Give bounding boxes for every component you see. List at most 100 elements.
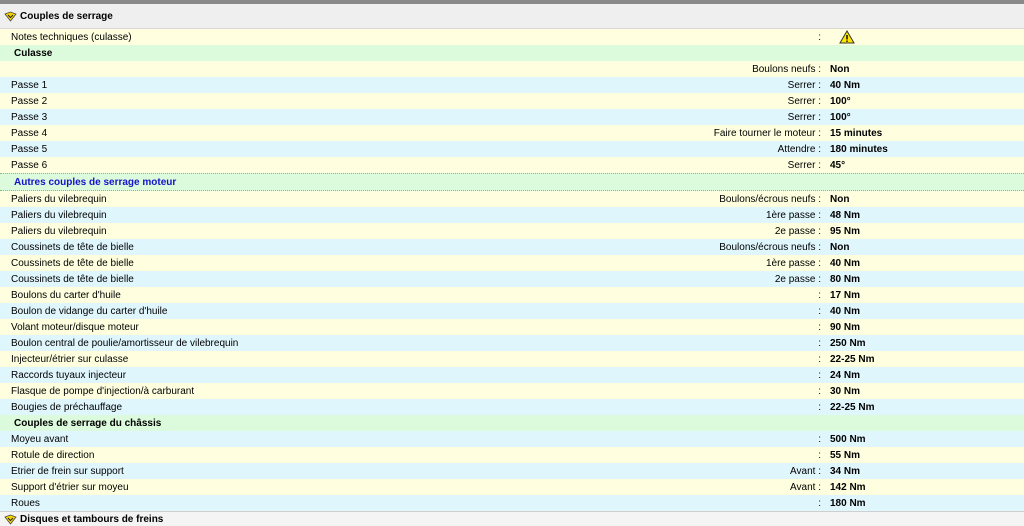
row-value: 80 Nm bbox=[830, 273, 861, 285]
section-title: Culasse bbox=[14, 47, 53, 59]
chevron-badge-icon bbox=[4, 11, 17, 22]
table-row: Passe 4 Faire tourner le moteur : 15 minut… bbox=[0, 125, 1024, 141]
section-title: Couples de serrage du châssis bbox=[14, 417, 162, 429]
row-value: 34 Nm bbox=[830, 465, 861, 477]
section-autres-couples-moteur[interactable]: Autres couples de serrage moteur bbox=[0, 173, 1024, 191]
table-row: Paliers du vilebrequin Boulons/écrous neu… bbox=[0, 191, 1024, 207]
row-qualifier: Serrer : bbox=[787, 79, 821, 91]
row-qualifier: Serrer : bbox=[787, 95, 821, 107]
row-value: 30 Nm bbox=[830, 385, 861, 397]
row-qualifier: Boulons/écrous neufs : bbox=[719, 193, 821, 205]
table-row: Passe 6 Serrer : 45° bbox=[0, 157, 1024, 173]
row-label: Passe 6 bbox=[11, 159, 48, 171]
section-header-disques-tambours[interactable]: Disques et tambours de freins bbox=[0, 511, 1024, 526]
row-label: Boulons du carter d'huile bbox=[11, 289, 121, 301]
row-qualifier: Attendre : bbox=[777, 143, 821, 155]
row-value: Non bbox=[830, 63, 850, 75]
section-title: Disques et tambours de freins bbox=[20, 513, 164, 525]
row-value: 95 Nm bbox=[830, 225, 861, 237]
row-value: 45° bbox=[830, 159, 846, 171]
row-value: 22-25 Nm bbox=[830, 401, 875, 413]
row-label: Roues bbox=[11, 497, 40, 509]
chassis-rows: Moyeu avant:500 Nm Rotule de direction:55… bbox=[0, 431, 1024, 511]
table-row: Passe 2 Serrer : 100° bbox=[0, 93, 1024, 109]
chevron-badge-icon bbox=[4, 514, 17, 525]
row-label: Passe 3 bbox=[11, 111, 48, 123]
row-value: 15 minutes bbox=[830, 127, 883, 139]
culasse-rows: Boulons neufs : Non Passe 1 Serrer :40 Nm Pa… bbox=[0, 61, 1024, 173]
table-row: Bougies de préchauffage:22-25 Nm bbox=[0, 399, 1024, 415]
row-value: 180 Nm bbox=[830, 497, 866, 509]
table-row: Boulon central de poulie/amortisseur de … bbox=[0, 335, 1024, 351]
table-row: Paliers du vilebrequin 2e passe : 95 Nm bbox=[0, 223, 1024, 239]
row-qualifier: : bbox=[818, 321, 821, 333]
row-label: Passe 1 bbox=[11, 79, 48, 91]
table-row: Volant moteur/disque moteur:90 Nm bbox=[0, 319, 1024, 335]
row-label: Bougies de préchauffage bbox=[11, 401, 123, 413]
section-title: Autres couples de serrage moteur bbox=[14, 176, 177, 188]
row-label: Flasque de pompe d'injection/à carburant bbox=[11, 385, 195, 397]
row-label: Passe 5 bbox=[11, 143, 48, 155]
row-label: Boulon de vidange du carter d'huile bbox=[11, 305, 168, 317]
row-value: Non bbox=[830, 193, 850, 205]
table-row: Rotule de direction:55 Nm bbox=[0, 447, 1024, 463]
row-value: 40 Nm bbox=[830, 79, 861, 91]
row-separator: : bbox=[818, 31, 821, 43]
row-value: 48 Nm bbox=[830, 209, 861, 221]
row-value: 250 Nm bbox=[830, 337, 866, 349]
row-value: 90 Nm bbox=[830, 321, 861, 333]
row-value: 22-25 Nm bbox=[830, 353, 875, 365]
row-qualifier: : bbox=[818, 449, 821, 461]
row-qualifier: 1ère passe : bbox=[765, 257, 821, 269]
row-value: 100° bbox=[830, 111, 851, 123]
table-row: Boulons du carter d'huile:17 Nm bbox=[0, 287, 1024, 303]
section-culasse: Culasse bbox=[0, 45, 1024, 61]
table-row: Coussinets de tête de bielle 1ère passe :… bbox=[0, 255, 1024, 271]
row-label: Paliers du vilebrequin bbox=[11, 209, 107, 221]
row-qualifier: Boulons/écrous neufs : bbox=[719, 241, 821, 253]
row-value: Non bbox=[830, 241, 850, 253]
row-label: Support d'étrier sur moyeu bbox=[11, 481, 129, 493]
table-row: Paliers du vilebrequin 1ère passe : 48 Nm bbox=[0, 207, 1024, 223]
row-label: Etrier de frein sur support bbox=[11, 465, 124, 477]
row-qualifier: Avant : bbox=[790, 465, 821, 477]
row-value: 40 Nm bbox=[830, 257, 861, 269]
row-qualifier: : bbox=[818, 305, 821, 317]
section-title: Couples de serrage bbox=[20, 10, 113, 22]
row-value: 180 minutes bbox=[830, 143, 888, 155]
section-chassis: Couples de serrage du châssis bbox=[0, 415, 1024, 431]
row-qualifier: Faire tourner le moteur : bbox=[713, 127, 821, 139]
row-value: 500 Nm bbox=[830, 433, 866, 445]
row-label: Coussinets de tête de bielle bbox=[11, 241, 134, 253]
table-row: Etrier de frein sur support Avant : 34 Nm bbox=[0, 463, 1024, 479]
row-label: Notes techniques (culasse) bbox=[11, 31, 132, 43]
row-qualifier: Boulons neufs : bbox=[752, 63, 821, 75]
row-label: Boulon central de poulie/amortisseur de … bbox=[11, 337, 239, 349]
row-label: Paliers du vilebrequin bbox=[11, 225, 107, 237]
table-row: Passe 5 Attendre : 180 minutes bbox=[0, 141, 1024, 157]
row-label: Paliers du vilebrequin bbox=[11, 193, 107, 205]
section-header-couples-de-serrage[interactable]: Couples de serrage bbox=[0, 4, 1024, 29]
table-row: Passe 1 Serrer : 40 Nm bbox=[0, 77, 1024, 93]
table-row: Roues:180 Nm bbox=[0, 495, 1024, 511]
row-qualifier: 2e passe : bbox=[774, 225, 821, 237]
row-value: 142 Nm bbox=[830, 481, 866, 493]
row-label: Coussinets de tête de bielle bbox=[11, 257, 134, 269]
row-qualifier: : bbox=[818, 433, 821, 445]
warning-icon[interactable] bbox=[839, 30, 855, 44]
row-label: Raccords tuyaux injecteur bbox=[11, 369, 127, 381]
table-row: Flasque de pompe d'injection/à carburant… bbox=[0, 383, 1024, 399]
row-value: 100° bbox=[830, 95, 851, 107]
row-qualifier: : bbox=[818, 385, 821, 397]
table-row: Support d'étrier sur moyeu Avant : 142 Nm bbox=[0, 479, 1024, 495]
table-row: Passe 3 Serrer : 100° bbox=[0, 109, 1024, 125]
row-value: 17 Nm bbox=[830, 289, 861, 301]
row-qualifier: : bbox=[818, 337, 821, 349]
table-row: Injecteur/étrier sur culasse:22-25 Nm bbox=[0, 351, 1024, 367]
table-row: Boulons neufs : Non bbox=[0, 61, 1024, 77]
row-value: 55 Nm bbox=[830, 449, 861, 461]
row-qualifier: Serrer : bbox=[787, 159, 821, 171]
row-label: Rotule de direction bbox=[11, 449, 95, 461]
row-label: Injecteur/étrier sur culasse bbox=[11, 353, 129, 365]
table-row: Boulon de vidange du carter d'huile:40 N… bbox=[0, 303, 1024, 319]
